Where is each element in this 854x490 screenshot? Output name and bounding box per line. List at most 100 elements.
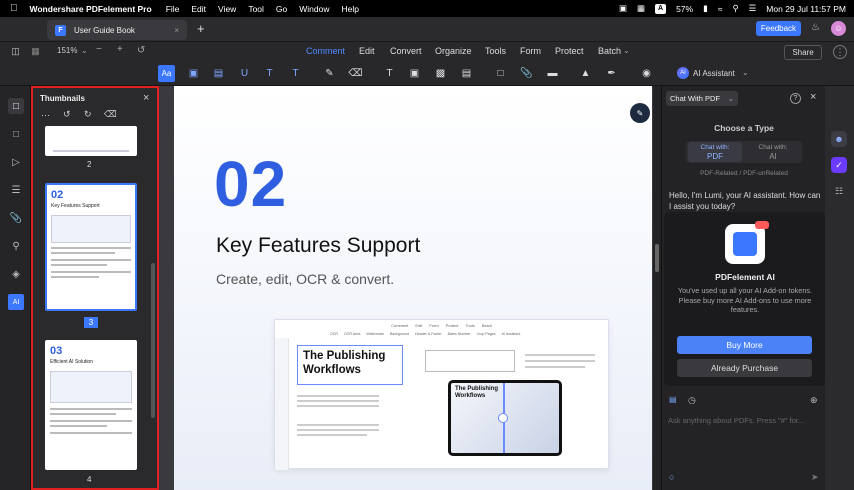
ai-check-icon[interactable]: ✓ — [831, 157, 847, 173]
app-status-icon[interactable]: ▣ — [619, 3, 627, 14]
share-button[interactable]: Share — [784, 45, 822, 60]
menu-tool[interactable]: Tool — [248, 4, 264, 14]
text-select-icon[interactable]: Aa — [158, 65, 175, 82]
sidebar-toggle-icon[interactable]: ◫ — [9, 46, 22, 57]
menu-window[interactable]: Window — [299, 4, 329, 14]
menu-edit[interactable]: Edit — [191, 4, 206, 14]
view-mode-icon[interactable]: ▦ — [29, 46, 42, 57]
bookmarks-icon[interactable]: ▷ — [8, 154, 24, 170]
tab-edit[interactable]: Edit — [359, 46, 375, 56]
more-options-icon[interactable]: ⋮ — [833, 45, 847, 59]
ai-robot-icon[interactable]: ☻ — [831, 131, 847, 147]
measure-icon[interactable]: ▬ — [544, 65, 561, 82]
already-purchase-button[interactable]: Already Purchase — [677, 359, 812, 377]
document-scrollbar[interactable] — [653, 86, 661, 490]
stamp-icon[interactable]: ▲ — [577, 65, 594, 82]
floating-ai-icon[interactable]: ✎ — [630, 103, 650, 123]
tab-form[interactable]: Form — [520, 46, 541, 56]
shape-icon[interactable]: □ — [492, 65, 509, 82]
close-thumbnails-icon[interactable]: × — [143, 92, 149, 104]
wifi-icon[interactable]: ≈ — [718, 4, 723, 14]
thumbnails-icon[interactable]: □ — [8, 98, 24, 114]
comments-icon[interactable]: □ — [8, 126, 24, 142]
embedded-menu: Form — [429, 323, 439, 328]
zoom-out-icon[interactable]: − — [96, 44, 102, 55]
attachment-icon[interactable]: 📎 — [518, 65, 535, 82]
scroll-thumb[interactable] — [655, 244, 659, 272]
send-icon[interactable]: ➤ — [811, 472, 819, 483]
extension-icon[interactable]: ▦ — [637, 3, 645, 14]
tab-tools[interactable]: Tools — [485, 46, 506, 56]
battery-icon[interactable]: ▮ — [703, 3, 708, 14]
ai-assistant-label[interactable]: AI Assistant — [693, 69, 735, 78]
eraser-icon[interactable]: ⌫ — [347, 65, 364, 82]
squiggly-icon[interactable]: T — [261, 65, 278, 82]
batch-dropdown-icon[interactable]: ⌄ — [623, 46, 630, 55]
chat-mode-select[interactable]: Chat With PDF ⌄ — [666, 91, 738, 106]
add-tab-button[interactable]: + — [197, 21, 205, 36]
close-panel-icon[interactable]: × — [810, 91, 816, 103]
buy-more-button[interactable]: Buy More — [677, 336, 812, 354]
attachments-icon[interactable]: 📎 — [8, 210, 24, 226]
add-icon[interactable]: ⊕ — [810, 395, 818, 406]
app-name[interactable]: Wondershare PDFelement Pro — [30, 4, 152, 14]
search-icon[interactable]: ⚲ — [732, 3, 738, 14]
show-hide-comments-icon[interactable]: ◉ — [638, 65, 655, 82]
feedback-button[interactable]: Feedback — [756, 21, 801, 36]
notification-bell-icon[interactable]: ♨ — [811, 22, 820, 33]
chat-with-ai-button[interactable]: Chat with: AI — [746, 142, 800, 162]
sticky-note-icon[interactable]: ▤ — [458, 65, 475, 82]
tab-organize[interactable]: Organize — [435, 46, 472, 56]
zoom-in-icon[interactable]: + — [117, 44, 123, 55]
tab-convert[interactable]: Convert — [390, 46, 422, 56]
highlight-icon[interactable]: ▤ — [210, 65, 227, 82]
new-chat-icon[interactable]: ▤ — [669, 395, 677, 404]
thumbnail-page-2[interactable] — [45, 126, 137, 156]
chat-with-pdf-button[interactable]: Chat with: PDF — [688, 142, 742, 162]
callout-icon[interactable]: ▩ — [432, 65, 449, 82]
rotate-left-icon[interactable]: ↺ — [63, 109, 71, 120]
ai-assistant-icon[interactable]: AI — [677, 67, 689, 79]
ai-assistant-dropdown-icon[interactable]: ⌄ — [742, 68, 749, 77]
menu-file[interactable]: File — [166, 4, 180, 14]
ai-input[interactable]: Ask anything about PDFs. Press "#" for..… — [668, 416, 818, 425]
input-source-badge[interactable]: A — [655, 3, 667, 14]
menu-go[interactable]: Go — [276, 4, 287, 14]
pen-icon[interactable]: ✎ — [321, 65, 338, 82]
zoom-dropdown-icon[interactable]: ⌄ — [81, 46, 88, 55]
zoom-level[interactable]: 151% — [57, 46, 77, 55]
menu-help[interactable]: Help — [342, 4, 359, 14]
avatar[interactable]: ☺ — [831, 21, 846, 36]
bulb-icon[interactable]: ○ — [669, 472, 674, 482]
strikethrough-icon[interactable]: T — [287, 65, 304, 82]
stack-icon[interactable]: ◈ — [8, 266, 24, 282]
delete-page-icon[interactable]: ⌫ — [104, 109, 117, 120]
ai-panel-icon[interactable]: AI — [8, 294, 24, 310]
tab-protect[interactable]: Protect — [555, 46, 584, 56]
thumbnails-scrollbar[interactable] — [151, 263, 155, 418]
clock[interactable]: Mon 29 Jul 11:57 PM — [766, 4, 846, 14]
settings-sliders-icon[interactable]: ☷ — [831, 183, 847, 199]
text-field-icon[interactable]: ▣ — [406, 65, 423, 82]
signature-icon[interactable]: ✒ — [603, 65, 620, 82]
document-tab[interactable]: F User Guide Book × — [47, 20, 187, 40]
help-icon[interactable]: ? — [790, 93, 801, 104]
history-icon[interactable]: ◷ — [688, 395, 696, 406]
text-box-icon[interactable]: T — [381, 65, 398, 82]
search-panel-icon[interactable]: ⚲ — [8, 238, 24, 254]
area-select-icon[interactable]: ▣ — [185, 65, 202, 82]
battery-percent[interactable]: 57% — [676, 4, 693, 14]
thumbnail-page-4[interactable]: 03 Efficient AI Solution — [45, 340, 137, 470]
rotate-icon[interactable]: ↺ — [137, 45, 145, 56]
menu-view[interactable]: View — [218, 4, 236, 14]
control-center-icon[interactable]: ☰ — [749, 3, 757, 14]
apple-icon[interactable]:  — [10, 3, 18, 14]
layers-icon[interactable]: ☰ — [8, 182, 24, 198]
thumbnail-page-3[interactable]: 02 Key Features Support — [45, 183, 137, 311]
rotate-right-icon[interactable]: ↻ — [84, 109, 92, 120]
tab-comment[interactable]: Comment — [306, 46, 345, 56]
more-icon[interactable]: ⋯ — [41, 110, 50, 121]
tab-batch[interactable]: Batch — [598, 46, 621, 56]
close-tab-icon[interactable]: × — [174, 26, 179, 35]
underline-icon[interactable]: U — [236, 65, 253, 82]
